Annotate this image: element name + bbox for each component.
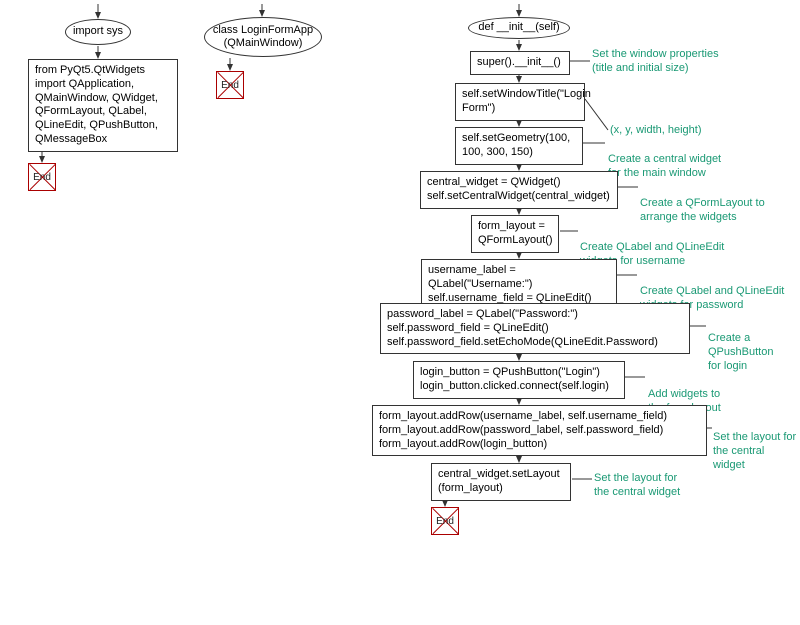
label: End (436, 516, 454, 527)
end-node-col2: End (216, 71, 244, 99)
box-super-init: super().__init__() (470, 51, 570, 75)
label: form_layout = QFormLayout() (478, 220, 553, 246)
label: central_widget = QWidget() self.setCentr… (427, 176, 610, 202)
label: self.setGeometry(100, 100, 300, 150) (462, 132, 570, 158)
label: Create a QFormLayout to arrange the widg… (640, 197, 765, 223)
label: form_layout.addRow(username_label, self.… (379, 410, 667, 450)
label: from PyQt5.QtWidgets import QApplication… (35, 64, 158, 145)
label: End (221, 80, 239, 91)
label: Create a QPushButton for login (708, 332, 773, 372)
start-node-import-sys: import sys (65, 19, 131, 45)
label: login_button = QPushButton("Login") logi… (420, 366, 609, 392)
comment-central-widget: Create a central widget for the main win… (608, 153, 721, 181)
box-login-button: login_button = QPushButton("Login") logi… (413, 361, 625, 399)
comment-setlayout: Set the layout for the central widget (713, 431, 798, 472)
label: password_label = QLabel("Password:") sel… (387, 308, 658, 348)
box-setlayout: central_widget.setLayout (form_layout) (431, 463, 571, 501)
label: username_label = QLabel("Username:") sel… (428, 264, 592, 304)
end-node-col3: End (431, 507, 459, 535)
box-form-layout: form_layout = QFormLayout() (471, 215, 559, 253)
label: def __init__(self) (478, 21, 559, 34)
label: Create a central widget for the main win… (608, 153, 721, 179)
start-node-class: class LoginFormApp (QMainWindow) (204, 17, 322, 57)
label: import sys (73, 25, 123, 38)
label: self.setWindowTitle("Login Form") (462, 88, 591, 114)
label: Set the window properties (title and ini… (592, 48, 719, 74)
box-pyqt-imports: from PyQt5.QtWidgets import QApplication… (28, 59, 178, 152)
comment-xywh: (x, y, width, height) (610, 124, 702, 138)
box-set-title: self.setWindowTitle("Login Form") (455, 83, 585, 121)
start-node-init: def __init__(self) (468, 17, 570, 39)
comment-window-props: Set the window properties (title and ini… (592, 48, 719, 76)
comment-set-central: Set the layout for the central widget (594, 472, 680, 500)
comment-button: Create a QPushButton for login (708, 332, 798, 373)
box-addrows: form_layout.addRow(username_label, self.… (372, 405, 707, 456)
box-set-geometry: self.setGeometry(100, 100, 300, 150) (455, 127, 583, 165)
end-node-col1: End (28, 163, 56, 191)
label: End (33, 172, 51, 183)
comment-formlayout: Create a QFormLayout to arrange the widg… (640, 197, 765, 225)
label: central_widget.setLayout (form_layout) (438, 468, 560, 494)
box-password: password_label = QLabel("Password:") sel… (380, 303, 690, 354)
label: Set the layout for the central widget (594, 472, 680, 498)
label: class LoginFormApp (QMainWindow) (213, 24, 313, 50)
label: (x, y, width, height) (610, 124, 702, 136)
label: Set the layout for the central widget (713, 431, 796, 471)
box-central-widget: central_widget = QWidget() self.setCentr… (420, 171, 618, 209)
label: super().__init__() (477, 56, 561, 68)
